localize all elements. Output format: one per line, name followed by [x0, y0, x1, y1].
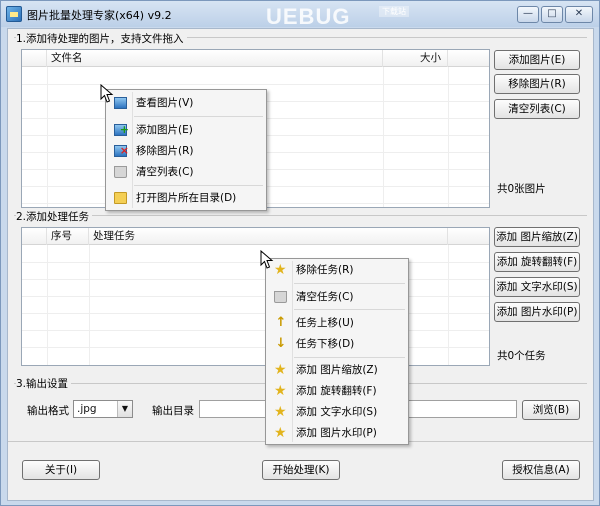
arrow-up-icon: ↑ [275, 315, 287, 330]
add-image-watermark-button[interactable]: 添加 图片水印(P) [494, 302, 580, 322]
browse-button[interactable]: 浏览(B) [522, 400, 580, 420]
section3-label: 3.输出设置 [16, 376, 72, 391]
menu-clear-list[interactable]: 清空列表(C) [108, 162, 264, 182]
trash-icon [274, 291, 287, 303]
output-format-label: 输出格式 [27, 405, 69, 417]
grid-row [22, 296, 489, 297]
menu-move-down[interactable]: ↓ 任务下移(D) [268, 334, 406, 354]
star-icon: ★ [274, 425, 287, 441]
menu-separator [294, 309, 405, 310]
menu-clear-tasks[interactable]: 清空任务(C) [268, 287, 406, 307]
clear-list-button[interactable]: 清空列表(C) [494, 99, 580, 119]
star-icon: ★ [274, 404, 287, 420]
menu-item-label: 添加 图片缩放(Z) [296, 364, 378, 376]
menu-item-label: 移除图片(R) [136, 145, 194, 157]
col-size[interactable]: 大小 [383, 50, 448, 67]
col-blank [22, 50, 47, 67]
remove-picture-icon [114, 141, 129, 161]
folder-icon [114, 192, 127, 204]
add-rotate-button[interactable]: 添加 旋转翻转(F) [494, 252, 580, 272]
grid-row [22, 262, 489, 263]
menu-item-label: 任务上移(U) [296, 317, 354, 329]
license-button[interactable]: 授权信息(A) [502, 460, 580, 480]
menu-add-resize[interactable]: ★ 添加 图片缩放(Z) [268, 360, 406, 380]
menu-separator [294, 357, 405, 358]
menu-add-image[interactable]: 添加图片(E) [108, 120, 264, 140]
grid-row [22, 313, 489, 314]
menu-item-label: 添加 旋转翻转(F) [296, 385, 377, 397]
menu-move-up[interactable]: ↑ 任务上移(U) [268, 313, 406, 333]
about-button[interactable]: 关于(I) [22, 460, 100, 480]
remove-image-button[interactable]: 移除图片(R) [494, 74, 580, 94]
menu-view-image[interactable]: 查看图片(V) [108, 93, 264, 113]
image-context-menu: 查看图片(V) 添加图片(E) 移除图片(R) 清空列表(C) 打开图片所在目录… [105, 89, 267, 211]
grid-row [22, 279, 489, 280]
menu-separator [294, 283, 405, 284]
image-count: 共0张图片 [497, 183, 546, 195]
watermark-logo: UEBUG [266, 4, 351, 29]
menu-item-label: 移除任务(R) [296, 264, 354, 276]
menu-separator [134, 185, 263, 186]
watermark-sub: 下载站 [379, 6, 409, 17]
menu-item-label: 添加 文字水印(S) [296, 406, 378, 418]
menu-item-label: 清空任务(C) [296, 291, 354, 303]
section1-label: 1.添加待处理的图片，支持文件拖入 [16, 31, 187, 46]
group-line-2 [14, 215, 587, 216]
output-format-value: .jpg [77, 403, 97, 415]
output-dir-label: 输出目录 [152, 405, 194, 417]
col-filename[interactable]: 文件名 [47, 50, 383, 67]
window-title: 图片批量处理专家(x64) v9.2 [27, 9, 172, 22]
menu-item-label: 清空列表(C) [136, 166, 194, 178]
mouse-pointer-icon [100, 84, 114, 103]
menu-add-text-watermark[interactable]: ★ 添加 文字水印(S) [268, 402, 406, 422]
start-button[interactable]: 开始处理(K) [262, 460, 340, 480]
grid-row [22, 347, 489, 348]
menu-item-label: 添加图片(E) [136, 124, 193, 136]
task-context-menu: ★ 移除任务(R) 清空任务(C) ↑ 任务上移(U) ↓ 任务下移(D) ★ … [265, 258, 409, 445]
task-list[interactable]: 序号 处理任务 [21, 227, 490, 366]
remove-task-icon: ★ [274, 262, 287, 278]
close-button[interactable]: ✕ [565, 6, 593, 23]
add-picture-icon [114, 120, 129, 140]
menu-add-image-watermark[interactable]: ★ 添加 图片水印(P) [268, 423, 406, 443]
menu-item-label: 查看图片(V) [136, 97, 194, 109]
arrow-down-icon: ↓ [275, 336, 287, 351]
title-bar[interactable]: 图片批量处理专家(x64) v9.2 UEBUG 下载站 — □ ✕ [1, 1, 599, 29]
col-blank [22, 228, 47, 245]
star-icon: ★ [274, 383, 287, 399]
add-text-watermark-button[interactable]: 添加 文字水印(S) [494, 277, 580, 297]
add-resize-button[interactable]: 添加 图片缩放(Z) [494, 227, 580, 247]
grid-row [22, 330, 489, 331]
grid-row [22, 84, 489, 85]
menu-item-label: 打开图片所在目录(D) [136, 192, 237, 204]
picture-icon [114, 97, 127, 109]
menu-remove-task[interactable]: ★ 移除任务(R) [268, 260, 406, 280]
col-task[interactable]: 处理任务 [89, 228, 448, 245]
menu-remove-image[interactable]: 移除图片(R) [108, 141, 264, 161]
minimize-button[interactable]: — [517, 6, 539, 23]
section2-label: 2.添加处理任务 [16, 209, 93, 224]
trash-icon [114, 166, 127, 178]
task-list-header: 序号 处理任务 [22, 228, 489, 245]
output-format-select[interactable]: .jpg ▼ [73, 400, 133, 418]
star-icon: ★ [274, 362, 287, 378]
task-count: 共0个任务 [497, 350, 546, 362]
image-list-header: 文件名 大小 [22, 50, 489, 67]
menu-item-label: 添加 图片水印(P) [296, 427, 377, 439]
add-image-button[interactable]: 添加图片(E) [494, 50, 580, 70]
menu-open-folder[interactable]: 打开图片所在目录(D) [108, 188, 264, 208]
menu-separator [134, 116, 263, 117]
maximize-button[interactable]: □ [541, 6, 563, 23]
mouse-pointer-icon [260, 250, 274, 269]
app-icon [6, 6, 22, 22]
chevron-down-icon[interactable]: ▼ [117, 401, 132, 417]
menu-add-rotate[interactable]: ★ 添加 旋转翻转(F) [268, 381, 406, 401]
col-index[interactable]: 序号 [47, 228, 89, 245]
menu-item-label: 任务下移(D) [296, 338, 355, 350]
